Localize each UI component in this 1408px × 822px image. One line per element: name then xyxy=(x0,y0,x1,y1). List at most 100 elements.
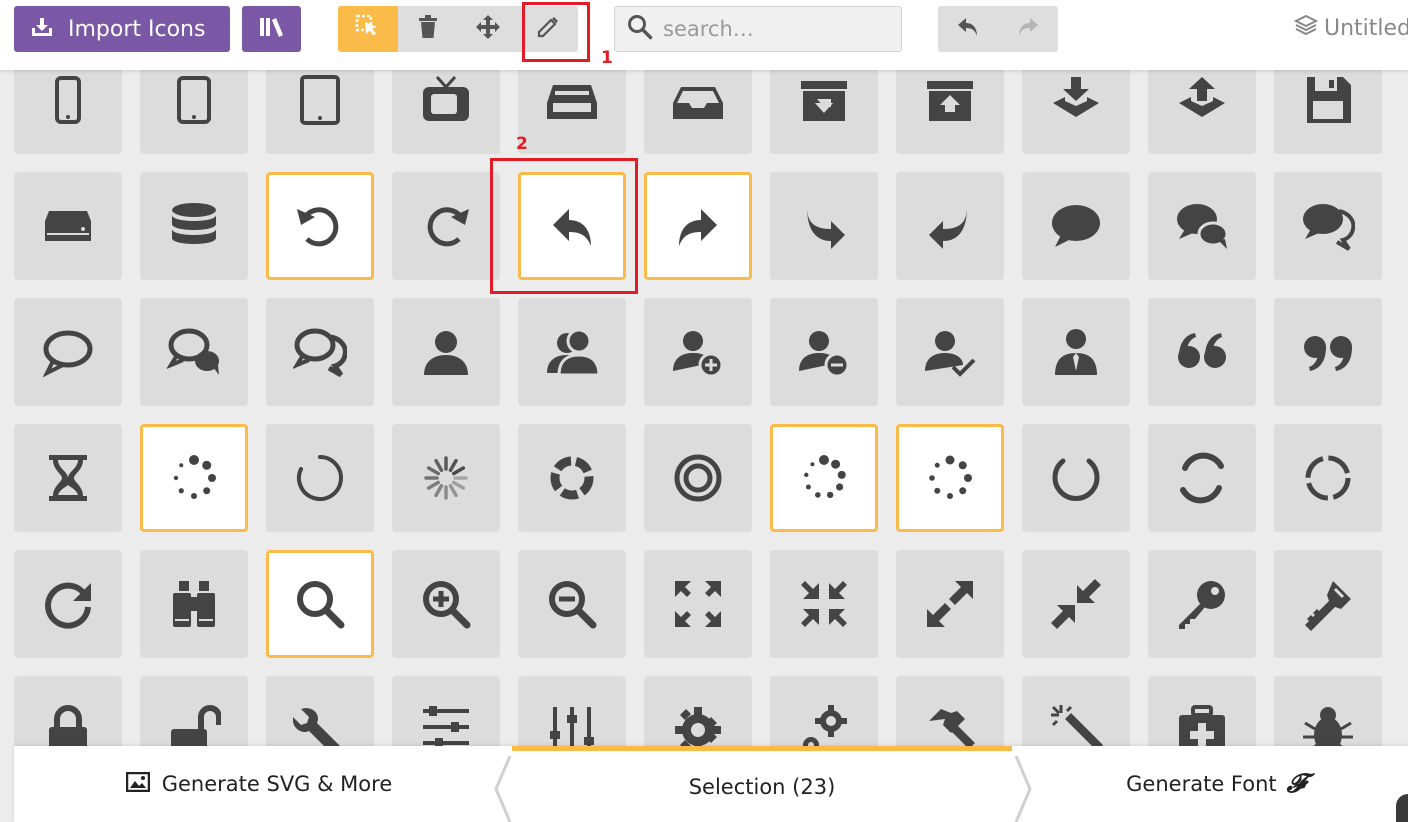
user-plus-icon xyxy=(673,331,724,378)
icon-tile-forward[interactable] xyxy=(770,172,878,280)
icon-tile-spinner8[interactable] xyxy=(1022,424,1130,532)
icon-tile-spinner2[interactable] xyxy=(266,424,374,532)
generate-svg-button[interactable]: Generate SVG & More xyxy=(14,746,504,822)
icon-tile-user-plus[interactable] xyxy=(644,298,752,406)
drawer-icon xyxy=(547,85,597,119)
icon-tile-spinner[interactable] xyxy=(140,424,248,532)
icon-tile-user[interactable] xyxy=(392,298,500,406)
icon-tile-redo[interactable] xyxy=(392,172,500,280)
spinner8-icon xyxy=(1052,458,1100,501)
search-icon xyxy=(627,14,653,44)
import-icon xyxy=(30,16,54,42)
edit-pencil-icon xyxy=(536,15,560,43)
generate-svg-label: Generate SVG & More xyxy=(161,772,393,796)
user-minus-icon xyxy=(799,331,850,378)
icon-tile-binoculars[interactable] xyxy=(140,550,248,658)
search-input[interactable] xyxy=(663,17,893,41)
edit-mode-button[interactable] xyxy=(518,6,578,52)
binoculars-icon xyxy=(173,581,215,627)
icon-tile-search[interactable] xyxy=(266,550,374,658)
icon-tile-database[interactable] xyxy=(140,172,248,280)
enlarge-icon xyxy=(675,581,721,627)
move-mode-button[interactable] xyxy=(458,6,518,52)
icon-tile-hour-glass[interactable] xyxy=(14,424,122,532)
undo-icon xyxy=(956,16,980,42)
icon-tile-zoom-out[interactable] xyxy=(518,550,626,658)
icon-tile-spinner5[interactable] xyxy=(644,424,752,532)
spinner5-icon xyxy=(674,454,722,502)
bubbles3-icon xyxy=(167,328,219,375)
icon-tile-key[interactable] xyxy=(1148,550,1256,658)
icon-tile-user-minus[interactable] xyxy=(770,298,878,406)
icon-tile-quotes-left[interactable] xyxy=(1148,298,1256,406)
library-button[interactable] xyxy=(242,6,301,52)
icon-tile-bubble2[interactable] xyxy=(14,298,122,406)
database-icon xyxy=(172,203,216,244)
selection-tab[interactable]: Selection (23) xyxy=(512,746,1012,822)
icon-tile-drive[interactable] xyxy=(14,172,122,280)
shrink2-icon xyxy=(1051,579,1101,629)
delete-mode-button[interactable] xyxy=(398,6,458,52)
icon-tile-spinner7[interactable] xyxy=(896,424,1004,532)
spinner9-icon xyxy=(1180,452,1224,504)
import-icons-button[interactable]: Import Icons xyxy=(14,6,230,52)
reply-icon xyxy=(929,207,967,249)
icon-tile-user-tie[interactable] xyxy=(1022,298,1130,406)
icon-tile-spinner4[interactable] xyxy=(518,424,626,532)
icon-tile-enlarge2[interactable] xyxy=(896,550,1004,658)
spinner6-icon xyxy=(804,455,846,499)
icon-tile-redo2[interactable] xyxy=(644,172,752,280)
library-books-icon xyxy=(259,16,285,42)
icon-tile-spinner3[interactable] xyxy=(392,424,500,532)
users-icon xyxy=(547,328,599,377)
icon-tile-users[interactable] xyxy=(518,298,626,406)
icon-tile-bubbles2[interactable] xyxy=(1274,172,1382,280)
icon-tile-undo[interactable] xyxy=(266,172,374,280)
icon-tile-shrink[interactable] xyxy=(770,550,878,658)
bubbles2-icon xyxy=(1303,204,1355,251)
zoom-in-icon xyxy=(423,581,471,629)
forward-icon xyxy=(807,207,845,249)
undo-button[interactable] xyxy=(938,6,998,52)
icon-tile-bubbles3[interactable] xyxy=(140,298,248,406)
layers-icon xyxy=(1293,14,1319,42)
drive-icon xyxy=(45,211,91,241)
select-mode-button[interactable] xyxy=(338,6,398,52)
redo2-icon xyxy=(679,209,717,246)
icon-tile-reply[interactable] xyxy=(896,172,1004,280)
spinner3-icon xyxy=(424,456,468,500)
redo-icon xyxy=(1016,16,1040,42)
icon-tile-zoom-in[interactable] xyxy=(392,550,500,658)
icon-tile-bubbles4[interactable] xyxy=(266,298,374,406)
generate-font-button[interactable]: Generate Font 𝓕 xyxy=(1024,746,1408,822)
icon-tile-undo2[interactable] xyxy=(518,172,626,280)
annotation-label-2: 2 xyxy=(516,134,528,154)
icon-tile-spinner9[interactable] xyxy=(1148,424,1256,532)
project-menu[interactable]: Untitled xyxy=(1293,14,1408,42)
search-box xyxy=(614,6,902,52)
spinner7-icon xyxy=(929,455,972,499)
redo-icon xyxy=(427,207,469,247)
enlarge2-icon xyxy=(927,581,973,627)
icon-tile-shrink2[interactable] xyxy=(1022,550,1130,658)
bubble2-icon xyxy=(42,330,93,378)
mode-selector xyxy=(338,6,578,52)
key-icon xyxy=(1179,581,1225,629)
icon-tile-spinner6[interactable] xyxy=(770,424,878,532)
box-remove-icon xyxy=(927,81,973,121)
icon-tile-bubbles[interactable] xyxy=(1148,172,1256,280)
download-icon xyxy=(1053,77,1099,117)
icon-tile-enlarge[interactable] xyxy=(644,550,752,658)
mobile-icon xyxy=(55,76,81,124)
icon-tile-spinner10[interactable] xyxy=(1274,424,1382,532)
icon-tile-quotes-right[interactable] xyxy=(1274,298,1382,406)
project-name: Untitled xyxy=(1324,15,1408,41)
key2-icon xyxy=(1305,581,1351,631)
mobile2-icon xyxy=(177,76,211,124)
icon-tile-user-check[interactable] xyxy=(896,298,1004,406)
icon-tile-key2[interactable] xyxy=(1274,550,1382,658)
icon-tile-bubble[interactable] xyxy=(1022,172,1130,280)
spinner2-icon xyxy=(297,455,343,501)
icon-tile-spinner11[interactable] xyxy=(14,550,122,658)
redo-button[interactable] xyxy=(998,6,1058,52)
